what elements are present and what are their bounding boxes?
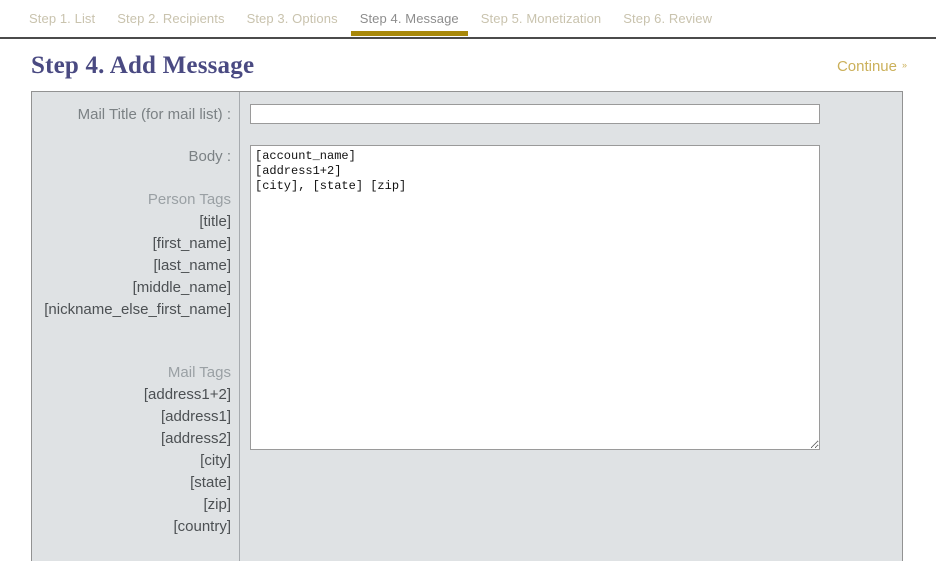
step-tab-5-monetization[interactable]: Step 5. Monetization: [470, 11, 613, 36]
mail-tag-city[interactable]: [city]: [32, 450, 231, 472]
person-tag-title[interactable]: [title]: [32, 211, 231, 233]
step-tab-2-recipients[interactable]: Step 2. Recipients: [106, 11, 235, 36]
step-tab-3-options[interactable]: Step 3. Options: [236, 11, 349, 36]
mail-tag-state[interactable]: [state]: [32, 472, 231, 494]
step-tab-4-message[interactable]: Step 4. Message: [349, 11, 470, 36]
step-tab-list: Step 1. List Step 2. Recipients Step 3. …: [0, 11, 936, 36]
mail-tag-address1[interactable]: [address1]: [32, 406, 231, 428]
mail-title-label: Mail Title (for mail list) :: [77, 106, 231, 123]
mail-tag-zip[interactable]: [zip]: [32, 494, 231, 516]
person-tags-heading: Person Tags: [147, 191, 231, 208]
mail-tags-group: Mail Tags [address1+2] [address1] [addre…: [32, 362, 231, 538]
body-textarea[interactable]: [account_name] [address1+2] [city], [sta…: [250, 145, 820, 450]
mail-tag-address1-2[interactable]: [address1+2]: [32, 384, 231, 406]
body-label: Body :: [188, 148, 231, 165]
continue-label: Continue: [836, 58, 897, 75]
step-navigation: Step 1. List Step 2. Recipients Step 3. …: [0, 0, 936, 39]
form-label-column: Mail Title (for mail list) : Body : Pers…: [32, 92, 240, 561]
double-chevron-right-icon: »: [901, 60, 907, 70]
body-field-wrapper: [account_name] [address1+2] [city], [sta…: [250, 145, 902, 450]
mail-tags-heading: Mail Tags: [167, 364, 231, 381]
mail-tag-country[interactable]: [country]: [32, 516, 231, 538]
person-tags-group: Person Tags [title] [first_name] [last_n…: [32, 189, 231, 321]
message-form-panel: Mail Title (for mail list) : Body : Pers…: [31, 91, 903, 561]
step-tab-6-review[interactable]: Step 6. Review: [612, 11, 723, 36]
person-tag-nickname-else-first-name[interactable]: [nickname_else_first_name]: [32, 299, 231, 321]
step-tab-1-list[interactable]: Step 1. List: [18, 11, 106, 36]
person-tag-last-name[interactable]: [last_name]: [32, 255, 231, 277]
page-header: Step 4. Add Message Continue »: [0, 39, 936, 86]
person-tag-middle-name[interactable]: [middle_name]: [32, 277, 231, 299]
form-field-column: [account_name] [address1+2] [city], [sta…: [240, 92, 902, 561]
page-title: Step 4. Add Message: [31, 51, 255, 79]
mail-tag-address2[interactable]: [address2]: [32, 428, 231, 450]
continue-button[interactable]: Continue »: [837, 50, 918, 75]
mail-title-input[interactable]: [250, 104, 820, 124]
person-tag-first-name[interactable]: [first_name]: [32, 233, 231, 255]
